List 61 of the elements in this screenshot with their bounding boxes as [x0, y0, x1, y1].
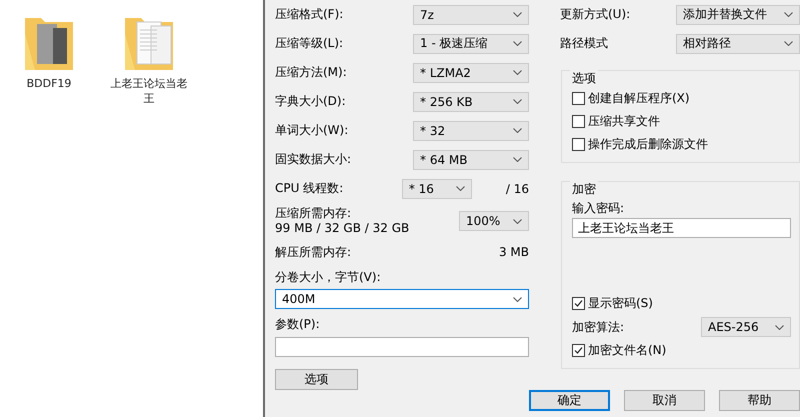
- dialog-button[interactable]: 帮助: [719, 390, 800, 411]
- field-label: 压缩所需内存:: [275, 206, 352, 221]
- field-label: 更新方式(U):: [560, 6, 630, 23]
- chevron-icon: [784, 41, 793, 46]
- field-label: 压缩等级(L):: [275, 35, 344, 52]
- input-field[interactable]: 400M: [275, 289, 529, 309]
- dropdown[interactable]: 添加并替换文件: [676, 4, 800, 24]
- chevron-icon: [784, 12, 793, 17]
- field-label: 单词大小(W):: [275, 122, 348, 139]
- field-label: 路径模式: [560, 35, 608, 52]
- group-title: 选项: [570, 70, 598, 87]
- checkbox[interactable]: [572, 138, 585, 151]
- dialog-button[interactable]: 确定: [529, 390, 610, 411]
- field-label: 加密算法:: [572, 318, 624, 336]
- field-label: 字典大小(D):: [275, 93, 346, 110]
- chevron-icon: [775, 324, 784, 330]
- field-label: 分卷大小，字节(V):: [275, 268, 381, 286]
- folder-label: 上老王论坛当老王: [110, 76, 188, 106]
- chevron-icon: [456, 186, 465, 191]
- dropdown[interactable]: * LZMA2: [413, 62, 529, 82]
- checkbox-label: 显示密码(S): [588, 295, 653, 312]
- checkbox-label: 压缩共享文件: [588, 113, 660, 130]
- field-label: 压缩方法(M):: [275, 64, 347, 81]
- checkbox-label: 加密文件名(N): [588, 342, 666, 359]
- chevron-icon: [513, 12, 522, 17]
- checkbox-label: 操作完成后删除源文件: [588, 136, 708, 153]
- thread-total: / 16: [506, 182, 529, 196]
- chevron-icon: [513, 41, 522, 46]
- dropdown[interactable]: 100%: [459, 211, 529, 231]
- field-label: 解压所需内存:: [275, 244, 352, 260]
- options-button[interactable]: 选项: [275, 369, 358, 390]
- dropdown[interactable]: * 16: [402, 178, 472, 198]
- input-field[interactable]: [275, 337, 529, 357]
- dropdown[interactable]: 7z: [413, 4, 529, 24]
- field-label: 输入密码:: [572, 200, 624, 216]
- field-label: 压缩格式(F):: [275, 6, 344, 23]
- field-label: 固实数据大小:: [275, 151, 352, 168]
- password-field[interactable]: 上老王论坛当老王: [572, 218, 791, 238]
- dropdown[interactable]: 相对路径: [676, 34, 800, 54]
- chevron-icon: [513, 128, 522, 133]
- memory-value: 3 MB: [498, 245, 529, 259]
- dialog-button[interactable]: 取消: [624, 390, 705, 411]
- chevron-icon: [513, 70, 522, 75]
- dropdown[interactable]: * 256 KB: [413, 92, 529, 112]
- field-label: 参数(P):: [275, 316, 320, 333]
- checkbox[interactable]: [572, 115, 585, 128]
- dropdown[interactable]: * 64 MB: [413, 150, 529, 170]
- folder-label: BDDF19: [26, 76, 72, 91]
- field-label: CPU 线程数:: [275, 180, 344, 197]
- chevron-icon: [513, 296, 522, 302]
- chevron-icon: [513, 99, 522, 104]
- dropdown[interactable]: AES-256: [701, 317, 791, 337]
- dropdown[interactable]: 1 - 极速压缩: [413, 34, 529, 54]
- chevron-icon: [513, 218, 522, 224]
- memory-usage: 99 MB / 32 GB / 32 GB: [275, 221, 410, 236]
- chevron-icon: [513, 157, 522, 162]
- checkbox[interactable]: [572, 297, 585, 310]
- checkbox[interactable]: [572, 92, 585, 105]
- checkbox-label: 创建自解压程序(X): [588, 90, 690, 107]
- dropdown[interactable]: * 32: [413, 120, 529, 140]
- checkbox[interactable]: [572, 344, 585, 357]
